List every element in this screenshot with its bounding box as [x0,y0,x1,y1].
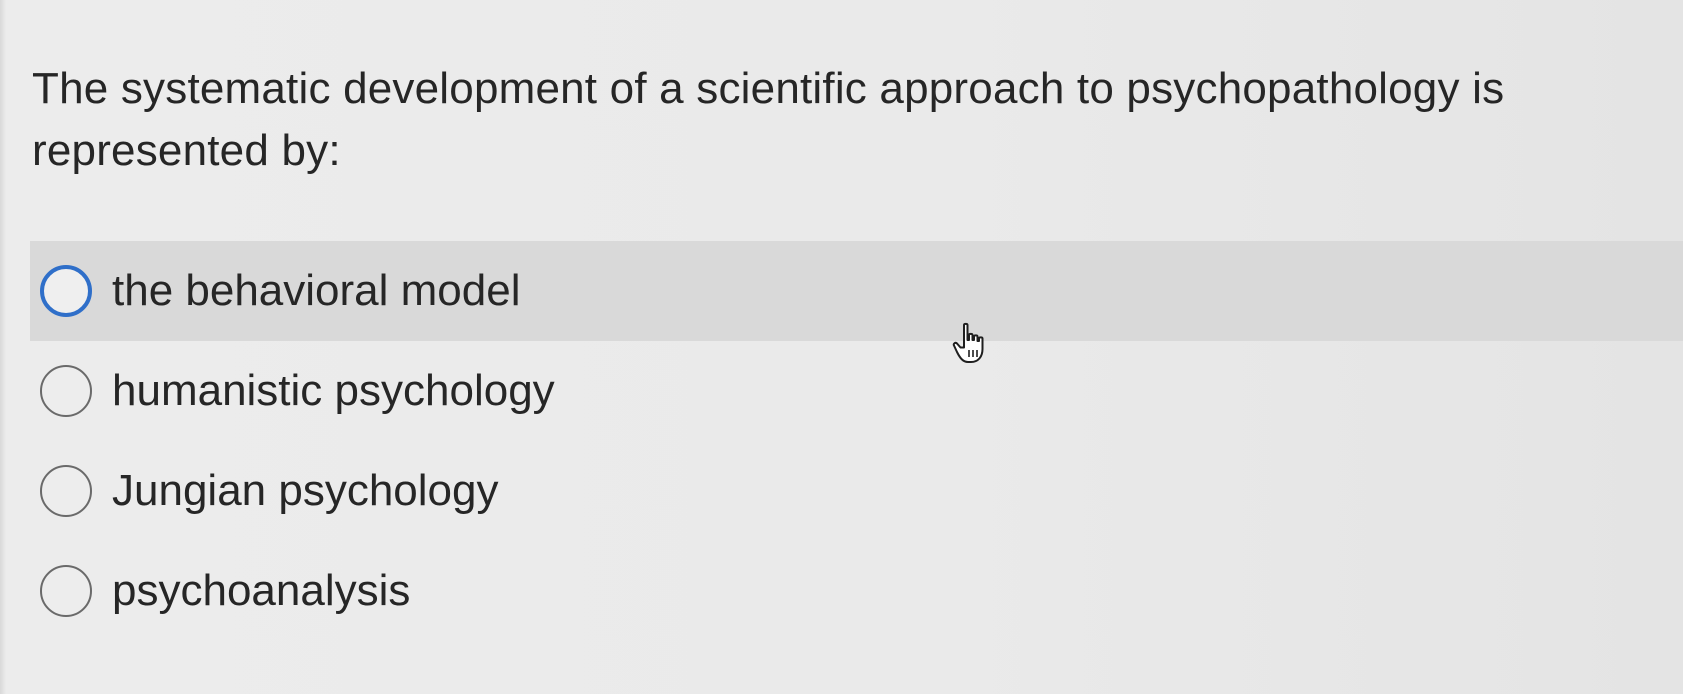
screen-edge [0,0,6,694]
question-text: The systematic development of a scientif… [32,64,1505,175]
option-label: psychoanalysis [112,566,411,615]
option-humanistic-psychology[interactable]: humanistic psychology [30,341,1683,441]
option-label: Jungian psychology [112,466,499,515]
option-the-behavioral-model[interactable]: the behavioral model [30,241,1683,341]
radio-button-icon[interactable] [40,265,92,317]
option-jungian-psychology[interactable]: Jungian psychology [30,441,1683,541]
radio-button-icon[interactable] [40,465,92,517]
answer-options: the behavioral model humanistic psycholo… [30,241,1683,641]
radio-button-icon[interactable] [40,565,92,617]
option-psychoanalysis[interactable]: psychoanalysis [30,541,1683,641]
radio-button-icon[interactable] [40,365,92,417]
option-label: humanistic psychology [112,366,555,415]
hand-pointer-icon [952,322,984,363]
option-label: the behavioral model [112,266,521,315]
